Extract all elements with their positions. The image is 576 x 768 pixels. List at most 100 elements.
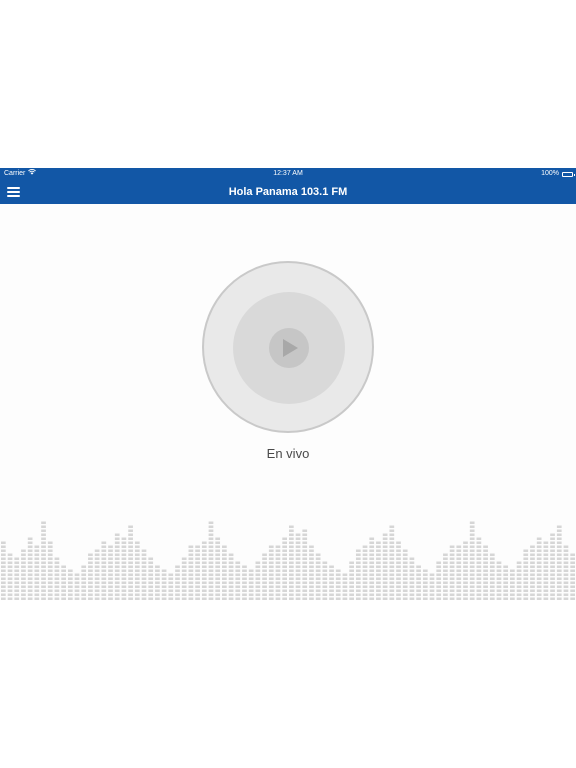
battery-percent: 100% [541, 170, 559, 177]
equalizer-bar [61, 565, 66, 600]
status-bar: Carrier 12:37 AM 100% [0, 168, 576, 180]
equalizer-bar [262, 553, 267, 600]
equalizer-bar [21, 549, 26, 600]
equalizer-bar [449, 545, 455, 600]
status-battery-group: 100% [541, 168, 575, 180]
equalizer-bar [530, 545, 535, 600]
equalizer-bar [382, 533, 388, 600]
equalizer-bar [121, 537, 127, 600]
equalizer-bar [489, 553, 495, 600]
equalizer-bar [168, 573, 174, 600]
equalizer-bar [376, 541, 381, 600]
equalizer-bar [483, 545, 488, 600]
equalizer-bar [134, 541, 140, 600]
equalizer-bar [429, 573, 435, 600]
equalizer-bar [543, 541, 549, 600]
equalizer-bar [322, 561, 328, 600]
equalizer-bar [14, 557, 20, 600]
equalizer-bar [222, 545, 227, 600]
equalizer-bar [54, 557, 60, 600]
player-inner-ring [233, 292, 345, 404]
equalizer-bar [396, 541, 401, 600]
equalizer-bar [389, 525, 395, 600]
equalizer-bar [329, 565, 334, 600]
equalizer-bar [155, 565, 160, 600]
equalizer-bar [476, 537, 482, 600]
equalizer-bar [161, 569, 167, 600]
equalizer-bar [550, 533, 555, 600]
equalizer-bar [27, 537, 33, 600]
equalizer-bar [295, 533, 301, 600]
equalizer-bar [235, 561, 241, 600]
equalizer-bar [556, 525, 562, 600]
equalizer-bar [114, 533, 120, 600]
equalizer-bar [181, 557, 187, 600]
equalizer-bar [362, 545, 368, 600]
equalizer-bar [402, 549, 408, 600]
equalizer-bar [74, 573, 80, 600]
equalizer-bar [34, 545, 40, 600]
equalizer-bar [443, 553, 448, 600]
equalizer-bar [436, 561, 442, 600]
equalizer-bar [516, 561, 522, 600]
equalizer-bar [108, 545, 113, 600]
equalizer-bar [1, 541, 6, 600]
equalizer-bar [523, 549, 529, 600]
equalizer-bar [469, 521, 475, 600]
equalizer-bar [563, 545, 569, 600]
equalizer-bar [255, 561, 261, 600]
equalizer-bar [94, 549, 100, 600]
nav-bar: Hola Panama 103.1 FM [0, 180, 576, 204]
equalizer-bar [175, 565, 180, 600]
equalizer-bar [195, 545, 200, 600]
player-disc[interactable] [202, 261, 374, 433]
equalizer-bar [369, 537, 375, 600]
equalizer-bar [81, 565, 87, 600]
app-screen: Carrier 12:37 AM 100% Hola Panama 103.1 … [0, 168, 576, 600]
equalizer-bar [101, 541, 107, 600]
equalizer-bar [282, 537, 287, 600]
equalizer-bar [463, 541, 468, 600]
equalizer-bar [67, 569, 73, 600]
equalizer-bar [536, 537, 542, 600]
equalizer-bar [309, 545, 314, 600]
equalizer-bar [302, 529, 308, 600]
equalizer-bar [128, 525, 133, 600]
equalizer-bar [242, 565, 247, 600]
equalizer-bar [47, 541, 53, 600]
equalizer-bar [456, 545, 462, 600]
equalizer-bar [503, 565, 509, 600]
equalizer-bar [148, 557, 154, 600]
page-title: Hola Panama 103.1 FM [228, 186, 348, 198]
battery-icon [562, 171, 575, 177]
equalizer-bar [335, 569, 341, 600]
equalizer-bar [416, 565, 421, 600]
equalizer-bar [7, 553, 13, 600]
equalizer-bar [510, 569, 515, 600]
equalizer-bar [289, 525, 294, 600]
equalizer-bar [275, 545, 281, 600]
equalizer-bar [349, 561, 354, 600]
equalizer-bar [208, 521, 214, 600]
equalizer-bar [570, 553, 575, 600]
status-time: 12:37 AM [273, 170, 303, 177]
equalizer-bar [141, 549, 147, 600]
play-button[interactable] [269, 328, 309, 368]
equalizer-bar [228, 553, 234, 600]
equalizer-bar [248, 569, 254, 600]
audio-equalizer-visual [1, 521, 575, 600]
equalizer-bar [41, 521, 46, 600]
equalizer-bar [188, 545, 194, 600]
equalizer-bar [422, 569, 428, 600]
play-icon [283, 339, 298, 357]
equalizer-bar [409, 557, 415, 600]
live-status-label: En vivo [266, 446, 310, 461]
equalizer-bar [215, 537, 221, 600]
equalizer-bar [201, 541, 207, 600]
equalizer-bar [355, 549, 361, 600]
equalizer-bar [268, 545, 274, 600]
equalizer-bar [496, 561, 502, 600]
equalizer-bar [315, 553, 321, 600]
equalizer-bar [88, 553, 93, 600]
equalizer-bar [342, 573, 348, 600]
